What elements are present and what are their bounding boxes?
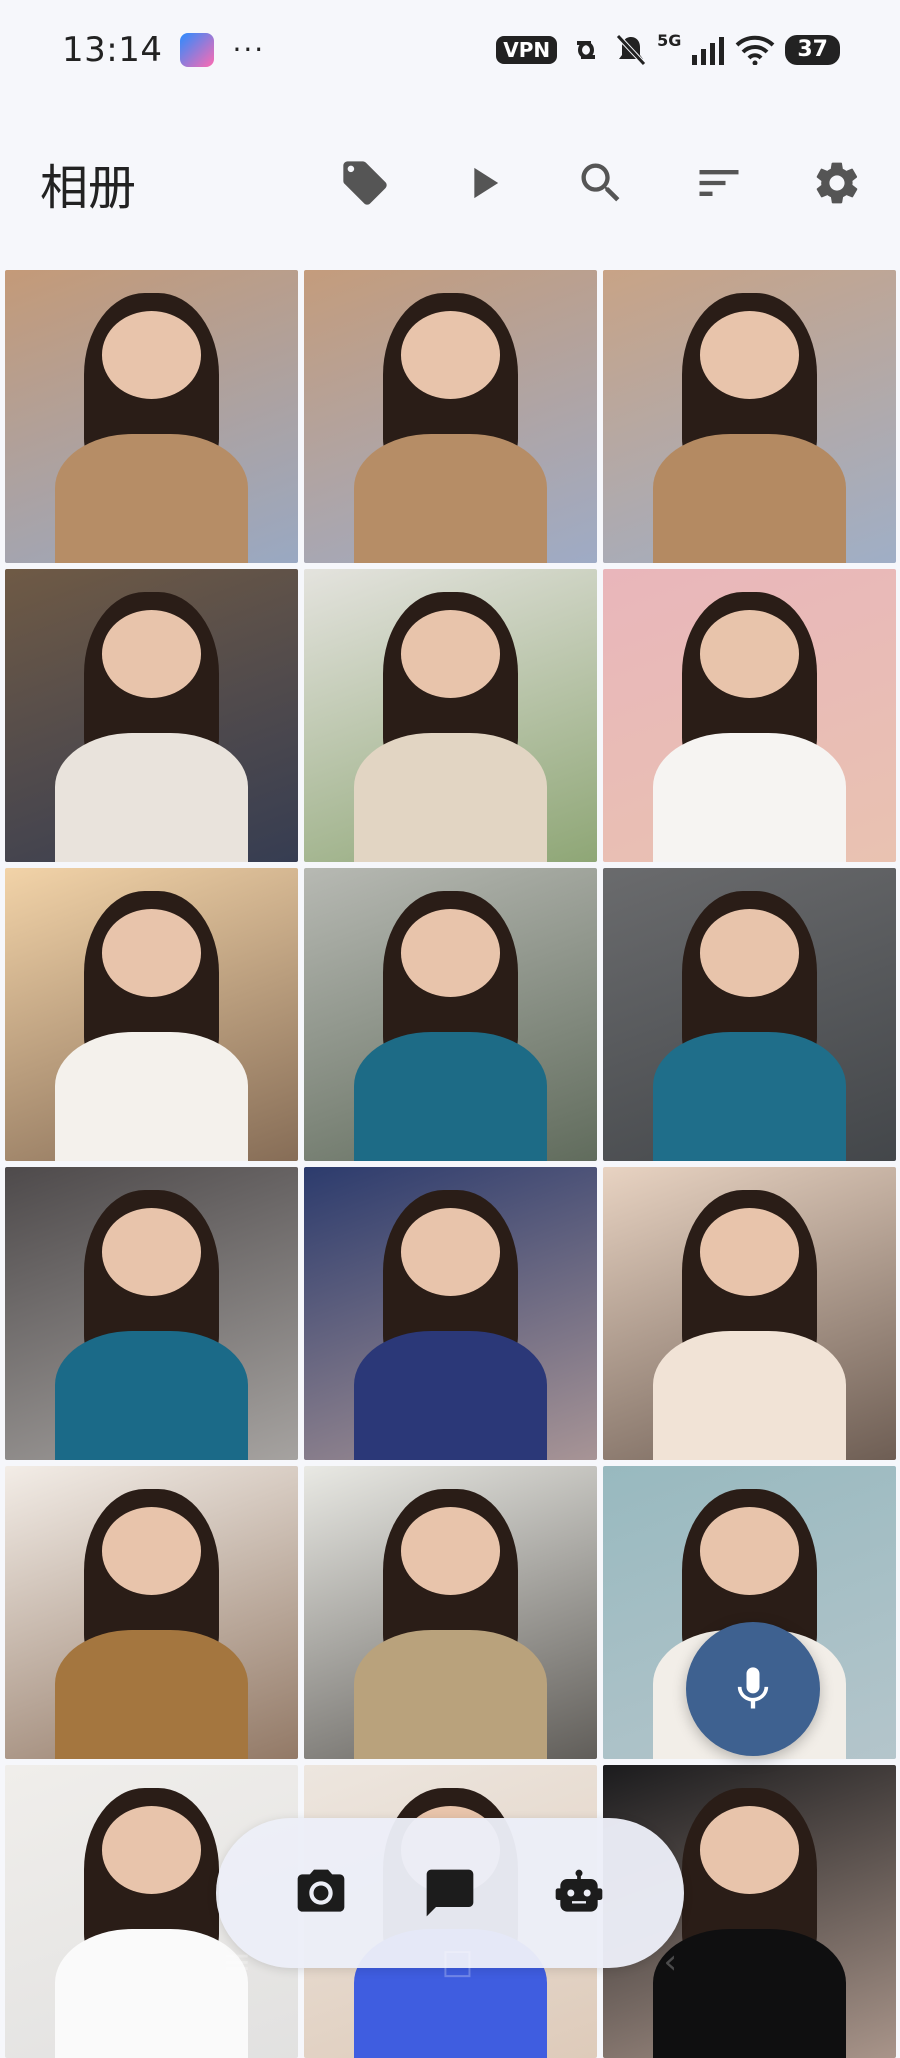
chat-icon xyxy=(426,1869,474,1917)
photo-thumbnail[interactable] xyxy=(304,1466,597,1759)
assistant-button[interactable] xyxy=(544,1858,614,1928)
photo-subject-outfit xyxy=(353,1331,548,1460)
app-bar-actions xyxy=(332,150,870,216)
photo-subject-outfit xyxy=(652,733,847,862)
photo-subject-face xyxy=(101,311,202,399)
sort-icon xyxy=(699,170,739,196)
nav-home-icon[interactable]: □ xyxy=(441,1942,473,1982)
photo-subject-outfit xyxy=(54,1630,249,1759)
photo-thumbnail[interactable] xyxy=(5,270,298,563)
vpn-badge: VPN xyxy=(496,36,558,64)
tag-icon xyxy=(343,161,387,205)
voice-input-button[interactable] xyxy=(686,1622,820,1756)
photo-subject-outfit xyxy=(353,1630,548,1759)
status-right: VPN 5G 37 xyxy=(496,30,840,67)
photo-subject-outfit xyxy=(54,434,249,563)
photo-subject-face xyxy=(101,610,202,698)
photo-thumbnail[interactable] xyxy=(304,868,597,1161)
photo-subject-outfit xyxy=(652,1032,847,1161)
camera-icon xyxy=(297,1869,344,1912)
photo-subject-outfit xyxy=(54,733,249,862)
photo-thumbnail[interactable] xyxy=(5,569,298,862)
photo-subject-outfit xyxy=(353,434,548,563)
photo-subject-face xyxy=(400,1507,501,1595)
nav-menu-icon[interactable]: ≡ xyxy=(223,1942,252,1982)
photo-subject-face xyxy=(699,1806,800,1894)
photo-subject-face xyxy=(101,1507,202,1595)
page-title: 相册 xyxy=(40,160,137,216)
status-bar: 13:14 ··· VPN 5G 37 xyxy=(0,0,900,100)
photo-subject-outfit xyxy=(54,1331,249,1460)
chat-button[interactable] xyxy=(415,1858,485,1928)
clock: 13:14 xyxy=(62,30,163,70)
play-icon xyxy=(474,167,499,199)
photo-thumbnail[interactable] xyxy=(603,1167,896,1460)
network-type: 5G xyxy=(657,30,682,50)
sort-button[interactable] xyxy=(686,150,752,216)
microphone-icon xyxy=(737,1667,769,1709)
system-nav-hint: ≡ □ ‹ xyxy=(0,1942,900,1982)
photo-subject-face xyxy=(699,1507,800,1595)
photo-subject-outfit xyxy=(353,733,548,862)
tag-button[interactable] xyxy=(332,150,398,216)
photo-thumbnail[interactable] xyxy=(304,270,597,563)
photo-thumbnail[interactable] xyxy=(304,569,597,862)
photo-thumbnail[interactable] xyxy=(603,569,896,862)
bell-off-icon xyxy=(616,34,646,66)
photo-thumbnail[interactable] xyxy=(304,1167,597,1460)
status-left: 13:14 ··· xyxy=(62,30,265,70)
photo-thumbnail[interactable] xyxy=(5,1466,298,1759)
photo-subject-face xyxy=(101,1208,202,1296)
photo-subject-face xyxy=(699,610,800,698)
slideshow-button[interactable] xyxy=(450,150,516,216)
camera-button[interactable] xyxy=(286,1858,356,1928)
photo-subject-face xyxy=(699,1208,800,1296)
nav-back-icon[interactable]: ‹ xyxy=(664,1942,678,1982)
photo-subject-face xyxy=(699,311,800,399)
photo-thumbnail[interactable] xyxy=(603,270,896,563)
photo-subject-outfit xyxy=(353,1032,548,1161)
photo-subject-face xyxy=(400,1208,501,1296)
photo-grid xyxy=(5,270,896,2058)
search-icon xyxy=(581,163,620,202)
link-icon xyxy=(577,41,596,59)
search-button[interactable] xyxy=(568,150,634,216)
photo-subject-outfit xyxy=(652,1331,847,1460)
app-bar: 相册 xyxy=(0,120,900,250)
photo-thumbnail[interactable] xyxy=(603,868,896,1161)
photo-subject-face xyxy=(400,610,501,698)
photo-thumbnail[interactable] xyxy=(5,1167,298,1460)
signal-icon xyxy=(692,37,725,65)
photo-subject-face xyxy=(400,909,501,997)
photo-subject-outfit xyxy=(652,434,847,563)
photo-subject-face xyxy=(101,1806,202,1894)
photo-subject-face xyxy=(101,909,202,997)
settings-icon xyxy=(816,162,858,204)
battery-icon: 37 xyxy=(785,35,840,65)
photo-subject-face xyxy=(699,909,800,997)
photo-thumbnail[interactable] xyxy=(5,868,298,1161)
app-badge-icon xyxy=(180,33,215,67)
overflow-dots-icon: ··· xyxy=(232,33,266,66)
photo-subject-outfit xyxy=(54,1032,249,1161)
photo-subject-face xyxy=(400,311,501,399)
wifi-icon xyxy=(735,35,775,65)
settings-button[interactable] xyxy=(804,150,870,216)
robot-icon xyxy=(555,1869,603,1912)
